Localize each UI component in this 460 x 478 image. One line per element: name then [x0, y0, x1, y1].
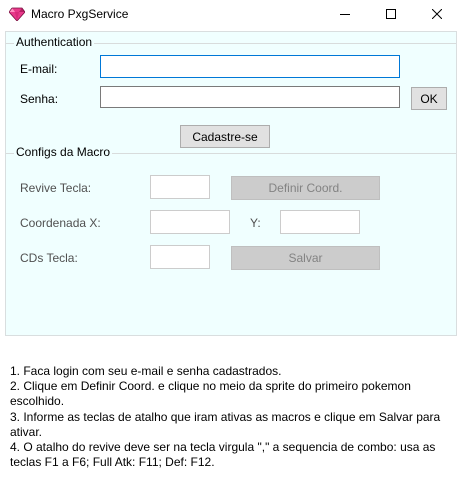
close-button[interactable]	[414, 0, 460, 28]
minimize-button[interactable]	[322, 0, 368, 28]
coord-y-field[interactable]	[280, 210, 360, 234]
password-label: Senha:	[20, 92, 59, 106]
title-bar[interactable]: Macro PxgService	[0, 0, 460, 28]
pink-gem-icon	[9, 7, 25, 21]
email-label: E-mail:	[20, 62, 58, 76]
close-icon	[432, 9, 442, 19]
window-title: Macro PxgService	[31, 7, 129, 21]
cds-key-field[interactable]	[150, 245, 210, 269]
revive-key-field[interactable]	[150, 175, 210, 199]
revive-key-label: Revive Tecla:	[20, 181, 92, 195]
coord-x-label: Coordenada X:	[20, 216, 101, 230]
email-field[interactable]	[100, 55, 400, 78]
ok-button[interactable]: OK	[411, 87, 447, 110]
define-coord-button[interactable]: Definir Coord.	[231, 176, 380, 200]
cds-key-label: CDs Tecla:	[20, 251, 78, 265]
instruction-line: 1. Faca login com seu e-mail e senha cad…	[10, 364, 282, 378]
macro-config-group-title: Configs da Macro	[14, 145, 113, 159]
password-field[interactable]	[100, 86, 400, 108]
coord-x-field[interactable]	[150, 210, 230, 234]
save-button[interactable]: Salvar	[231, 246, 380, 270]
minimize-icon	[340, 14, 350, 15]
config-panel: Authentication E-mail: Senha: OK Cadastr…	[5, 31, 457, 336]
instruction-line: 2. Clique em Definir Coord. e clique no …	[10, 379, 411, 409]
instruction-line: 3. Informe as teclas de atalho que iram …	[10, 409, 441, 439]
register-button[interactable]: Cadastre-se	[180, 125, 270, 148]
instructions-text: 1. Faca login com seu e-mail e senha cad…	[10, 364, 455, 470]
instruction-line: 4. O atalho do revive deve ser na tecla …	[10, 440, 436, 470]
coord-y-label: Y:	[250, 216, 261, 230]
authentication-group-title: Authentication	[14, 35, 95, 49]
maximize-icon	[386, 9, 396, 19]
maximize-button[interactable]	[368, 0, 414, 28]
